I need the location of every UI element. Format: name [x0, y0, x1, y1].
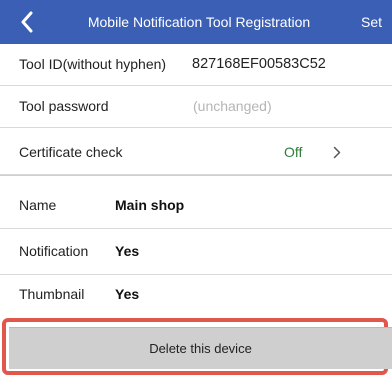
section-divider: [0, 175, 392, 183]
tool-password-label: Tool password: [19, 98, 109, 114]
back-button[interactable]: [14, 8, 40, 36]
thumbnail-label: Thumbnail: [19, 286, 85, 302]
certificate-check-label: Certificate check: [19, 144, 123, 160]
notification-label: Notification: [19, 243, 89, 259]
tool-password-row[interactable]: Tool password (unchanged): [0, 86, 392, 128]
certificate-check-row[interactable]: Certificate check Off: [0, 131, 392, 175]
tool-password-field[interactable]: (unchanged): [193, 86, 272, 127]
chevron-left-icon: [21, 11, 33, 33]
registration-screen: Mobile Notification Tool Registration Se…: [0, 0, 392, 379]
certificate-check-value: Off: [284, 144, 303, 160]
delete-device-button[interactable]: Delete this device: [9, 327, 392, 369]
name-label: Name: [19, 197, 57, 213]
thumbnail-row[interactable]: Thumbnail Yes: [0, 275, 392, 314]
page-title: Mobile Notification Tool Registration: [87, 14, 311, 30]
set-button[interactable]: Set: [361, 0, 382, 44]
name-row[interactable]: Name Main shop: [0, 183, 392, 229]
header-bar: Mobile Notification Tool Registration Se…: [0, 0, 392, 44]
chevron-right-icon: [333, 146, 341, 159]
notification-value[interactable]: Yes: [115, 229, 139, 274]
thumbnail-value[interactable]: Yes: [115, 275, 139, 313]
tool-id-label: Tool ID(without hyphen): [19, 56, 167, 72]
name-field[interactable]: Main shop: [115, 183, 184, 228]
tool-id-field[interactable]: 827168EF00583C52: [192, 44, 326, 85]
notification-row[interactable]: Notification Yes: [0, 229, 392, 275]
tool-id-row[interactable]: Tool ID(without hyphen) 827168EF00583C52: [0, 44, 392, 86]
